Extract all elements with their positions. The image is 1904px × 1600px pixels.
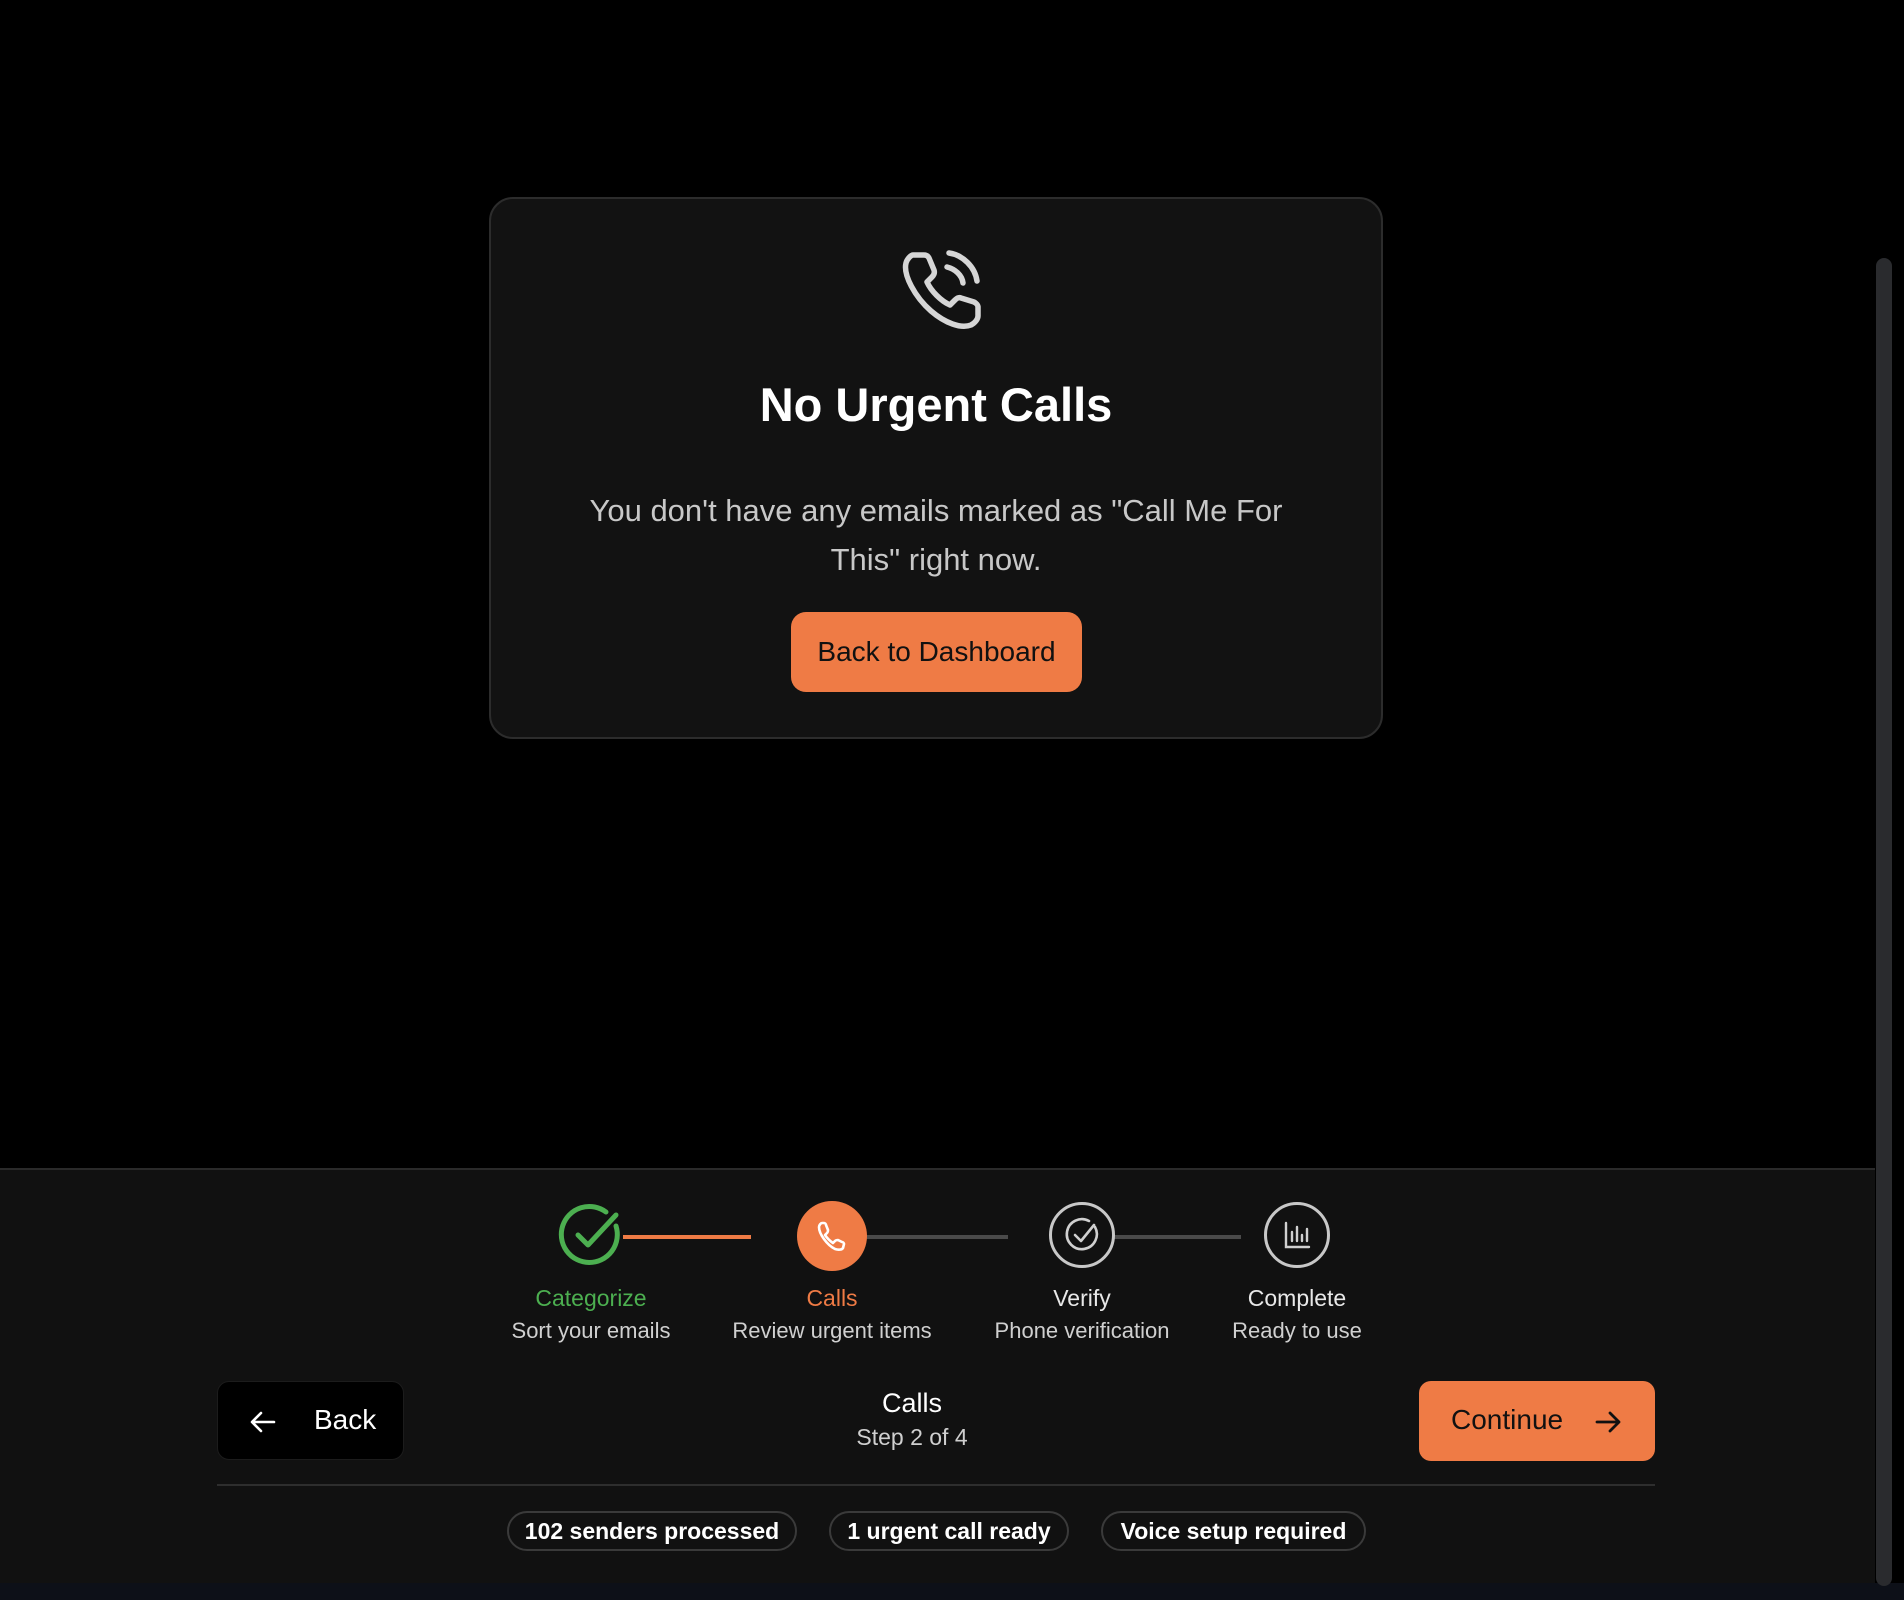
- step-name: Categorize: [535, 1285, 647, 1311]
- back-to-dashboard-button[interactable]: Back to Dashboard: [791, 612, 1082, 692]
- step-description: Sort your emails: [511, 1318, 671, 1343]
- step-name: Verify: [1053, 1285, 1111, 1311]
- status-badge: 102 senders processed: [507, 1511, 797, 1551]
- check-circle-icon: [558, 1202, 624, 1268]
- continue-button-label: Continue: [1451, 1404, 1564, 1435]
- step-description: Phone verification: [994, 1318, 1170, 1343]
- check-circle-icon: [1049, 1202, 1115, 1268]
- status-badge: Voice setup required: [1101, 1511, 1366, 1551]
- arrow-left-icon: [250, 1409, 276, 1441]
- empty-state-card: No Urgent Calls You don't have any email…: [489, 197, 1383, 739]
- empty-state-title: No Urgent Calls: [759, 378, 1113, 431]
- step-calls[interactable]: Calls Review urgent items: [712, 1170, 952, 1370]
- step-name: Complete: [1247, 1285, 1347, 1311]
- back-button-label: Back: [314, 1404, 377, 1435]
- app-window: No Urgent Calls You don't have any email…: [0, 0, 1904, 1600]
- scrollbar-thumb[interactable]: [1876, 258, 1892, 1586]
- footer-divider: [217, 1484, 1655, 1486]
- arrow-right-icon: [1595, 1409, 1621, 1441]
- step-name: Calls: [806, 1285, 858, 1311]
- step-complete[interactable]: Complete Ready to use: [1177, 1170, 1417, 1370]
- step-categorize[interactable]: Categorize Sort your emails: [471, 1170, 711, 1370]
- step-counter: Step 2 of 4: [856, 1424, 968, 1450]
- step-verify[interactable]: Verify Phone verification: [962, 1170, 1202, 1370]
- current-step-title: Calls: [881, 1388, 942, 1418]
- onboarding-footer: Categorize Sort your emails Calls Review…: [0, 1168, 1875, 1583]
- back-button[interactable]: Back: [217, 1381, 404, 1460]
- empty-state-message: You don't have any emails marked as "Cal…: [589, 493, 1283, 577]
- continue-button[interactable]: Continue: [1419, 1381, 1655, 1461]
- step-description: Ready to use: [1232, 1318, 1362, 1343]
- bar-chart-icon: [1264, 1202, 1330, 1268]
- status-badge: 1 urgent call ready: [829, 1511, 1069, 1551]
- phone-icon: [797, 1201, 867, 1271]
- main-viewport: No Urgent Calls You don't have any email…: [0, 0, 1875, 1583]
- step-description: Review urgent items: [732, 1318, 932, 1343]
- phone-call-icon: [902, 250, 981, 329]
